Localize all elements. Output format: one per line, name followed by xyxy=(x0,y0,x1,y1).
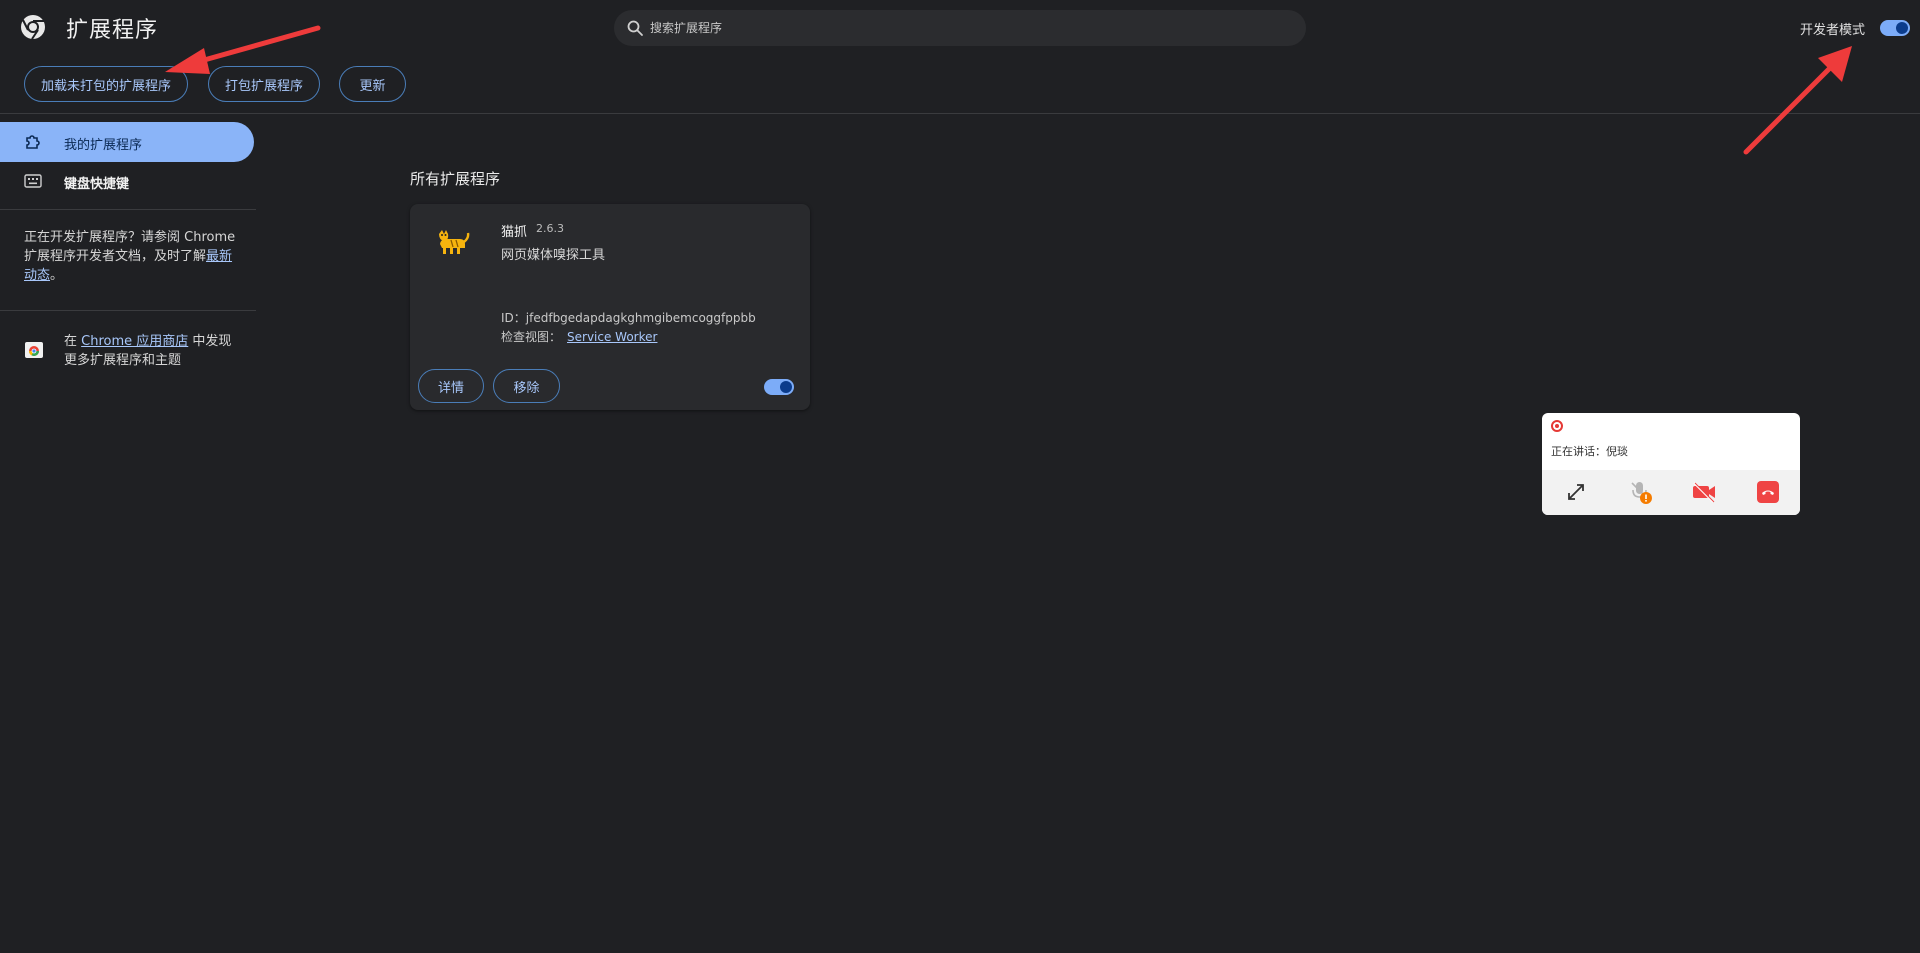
web-store-text: 在 xyxy=(64,334,82,349)
toggle-knob xyxy=(780,381,792,393)
extension-version: 2.6.3 xyxy=(536,222,564,235)
chrome-logo-icon xyxy=(21,15,45,40)
header: 扩展程序 开发者模式 xyxy=(0,0,1920,56)
sidebar-item-keyboard-shortcuts[interactable]: 键盘快捷键 xyxy=(0,163,254,199)
developer-mode-label: 开发者模式 xyxy=(1800,23,1866,38)
expand-icon[interactable] xyxy=(1562,478,1590,506)
mic-muted-icon[interactable] xyxy=(1626,478,1654,506)
search-icon xyxy=(627,20,643,36)
sidebar-divider xyxy=(0,209,256,210)
keyboard-icon xyxy=(24,174,42,188)
load-unpacked-button[interactable]: 加载未打包的扩展程序 xyxy=(24,66,188,102)
dev-docs-text: 正在开发扩展程序？请参阅 Chrome 扩展程序开发者文档，及时了解 xyxy=(24,230,236,264)
sidebar-item-label: 键盘快捷键 xyxy=(64,177,130,192)
toggle-knob xyxy=(1896,22,1908,34)
page-title: 扩展程序 xyxy=(66,18,159,43)
sidebar-item-label: 我的扩展程序 xyxy=(64,138,143,153)
extension-card: 猫抓 2.6.3 网页媒体嗅探工具 ID：jfedfbgedapdagkghmg… xyxy=(410,204,810,410)
chrome-web-store-icon xyxy=(25,342,43,358)
section-title: 所有扩展程序 xyxy=(410,170,501,188)
extension-icon xyxy=(26,135,40,149)
call-controls xyxy=(1542,470,1800,515)
dev-docs-text-end: 。 xyxy=(50,268,64,283)
remove-button[interactable]: 移除 xyxy=(493,369,560,403)
search-box[interactable] xyxy=(614,10,1306,46)
dev-docs-note: 正在开发扩展程序？请参阅 Chrome 扩展程序开发者文档，及时了解最新动态。 xyxy=(24,228,239,285)
developer-mode-toggle[interactable] xyxy=(1880,20,1910,36)
recording-dot-icon xyxy=(1551,420,1563,432)
details-button[interactable]: 详情 xyxy=(418,369,484,403)
sidebar-divider xyxy=(0,310,256,311)
search-input[interactable] xyxy=(648,10,1288,46)
inspect-views-label: 检查视图： xyxy=(501,330,562,344)
camera-off-icon[interactable] xyxy=(1690,478,1718,506)
web-store-link[interactable]: Chrome 应用商店 xyxy=(81,334,188,349)
call-speaking-status: 正在讲话：倪琰 xyxy=(1551,445,1628,458)
extension-enable-toggle[interactable] xyxy=(764,379,794,395)
inspect-views: 检查视图： Service Worker xyxy=(501,328,657,345)
web-store-note: 在 Chrome 应用商店 中发现更多扩展程序和主题 xyxy=(64,332,244,370)
pack-extension-button[interactable]: 打包扩展程序 xyxy=(208,66,320,102)
call-widget: 正在讲话：倪琰 xyxy=(1542,413,1800,515)
hang-up-icon[interactable] xyxy=(1754,478,1782,506)
toolbar-divider xyxy=(0,113,1920,114)
sidebar-item-my-extensions[interactable]: 我的扩展程序 xyxy=(0,122,254,162)
dev-toolbar: 加载未打包的扩展程序 打包扩展程序 更新 xyxy=(0,56,1920,113)
service-worker-link[interactable]: Service Worker xyxy=(567,330,657,344)
update-button[interactable]: 更新 xyxy=(339,66,406,102)
extension-name: 猫抓 xyxy=(501,225,528,240)
cat-icon xyxy=(439,230,470,254)
extension-id: ID：jfedfbgedapdagkghmgibemcoggfppbb xyxy=(501,311,756,325)
extension-description: 网页媒体嗅探工具 xyxy=(501,248,606,263)
